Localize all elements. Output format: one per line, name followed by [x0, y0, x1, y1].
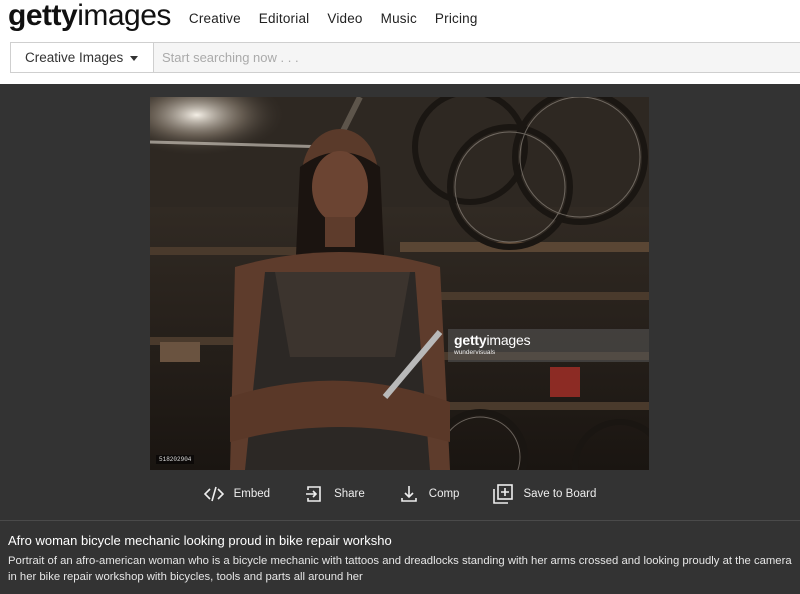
nav-links: Creative Editorial Video Music Pricing: [189, 11, 496, 26]
share-button[interactable]: Share: [304, 484, 365, 504]
image-description: Portrait of an afro-american woman who i…: [8, 555, 792, 583]
embed-label: Embed: [233, 488, 271, 500]
save-to-board-button[interactable]: Save to Board: [493, 484, 596, 504]
gettyimages-logo[interactable]: getty images: [8, 1, 171, 31]
search-scope-label: Creative Images: [25, 50, 124, 65]
logo-light: images: [77, 0, 171, 32]
image-id-label: 518202904: [156, 455, 195, 464]
search-scope-dropdown[interactable]: Creative Images: [11, 43, 154, 72]
watermark-credit: wundervisuals: [454, 349, 496, 356]
image-title: Afro woman bicycle mechanic looking prou…: [8, 533, 392, 548]
photo-illustration: [150, 97, 649, 470]
logo-bold: getty: [8, 0, 78, 32]
top-nav: getty images Creative Editorial Video Mus…: [0, 0, 800, 36]
share-label: Share: [334, 488, 365, 500]
save-to-board-label: Save to Board: [523, 488, 597, 500]
nav-link-pricing[interactable]: Pricing: [435, 11, 478, 26]
main-photo[interactable]: gettyimages wundervisuals 518202904: [150, 97, 649, 470]
image-actions: Embed Share Comp Save to Board: [0, 482, 800, 506]
share-icon: [304, 484, 324, 504]
nav-link-creative[interactable]: Creative: [189, 11, 241, 26]
watermark-logo: gettyimages: [454, 332, 531, 348]
photo-watermark: gettyimages wundervisuals: [448, 329, 649, 362]
download-icon: [399, 484, 419, 504]
image-viewer: gettyimages wundervisuals 518202904 Embe…: [0, 84, 800, 594]
image-details: Afro woman bicycle mechanic looking prou…: [0, 520, 800, 594]
add-to-board-icon: [493, 484, 514, 504]
code-icon: [203, 484, 224, 504]
nav-link-editorial[interactable]: Editorial: [259, 11, 310, 26]
caret-down-icon: [130, 56, 139, 61]
search-input[interactable]: [154, 43, 800, 72]
search-bar: Creative Images: [10, 42, 800, 73]
comp-label: Comp: [428, 488, 460, 500]
nav-link-video[interactable]: Video: [327, 11, 362, 26]
embed-button[interactable]: Embed: [203, 484, 271, 504]
nav-link-music[interactable]: Music: [381, 11, 417, 26]
search-row: Creative Images: [0, 36, 800, 84]
comp-button[interactable]: Comp: [399, 484, 460, 504]
